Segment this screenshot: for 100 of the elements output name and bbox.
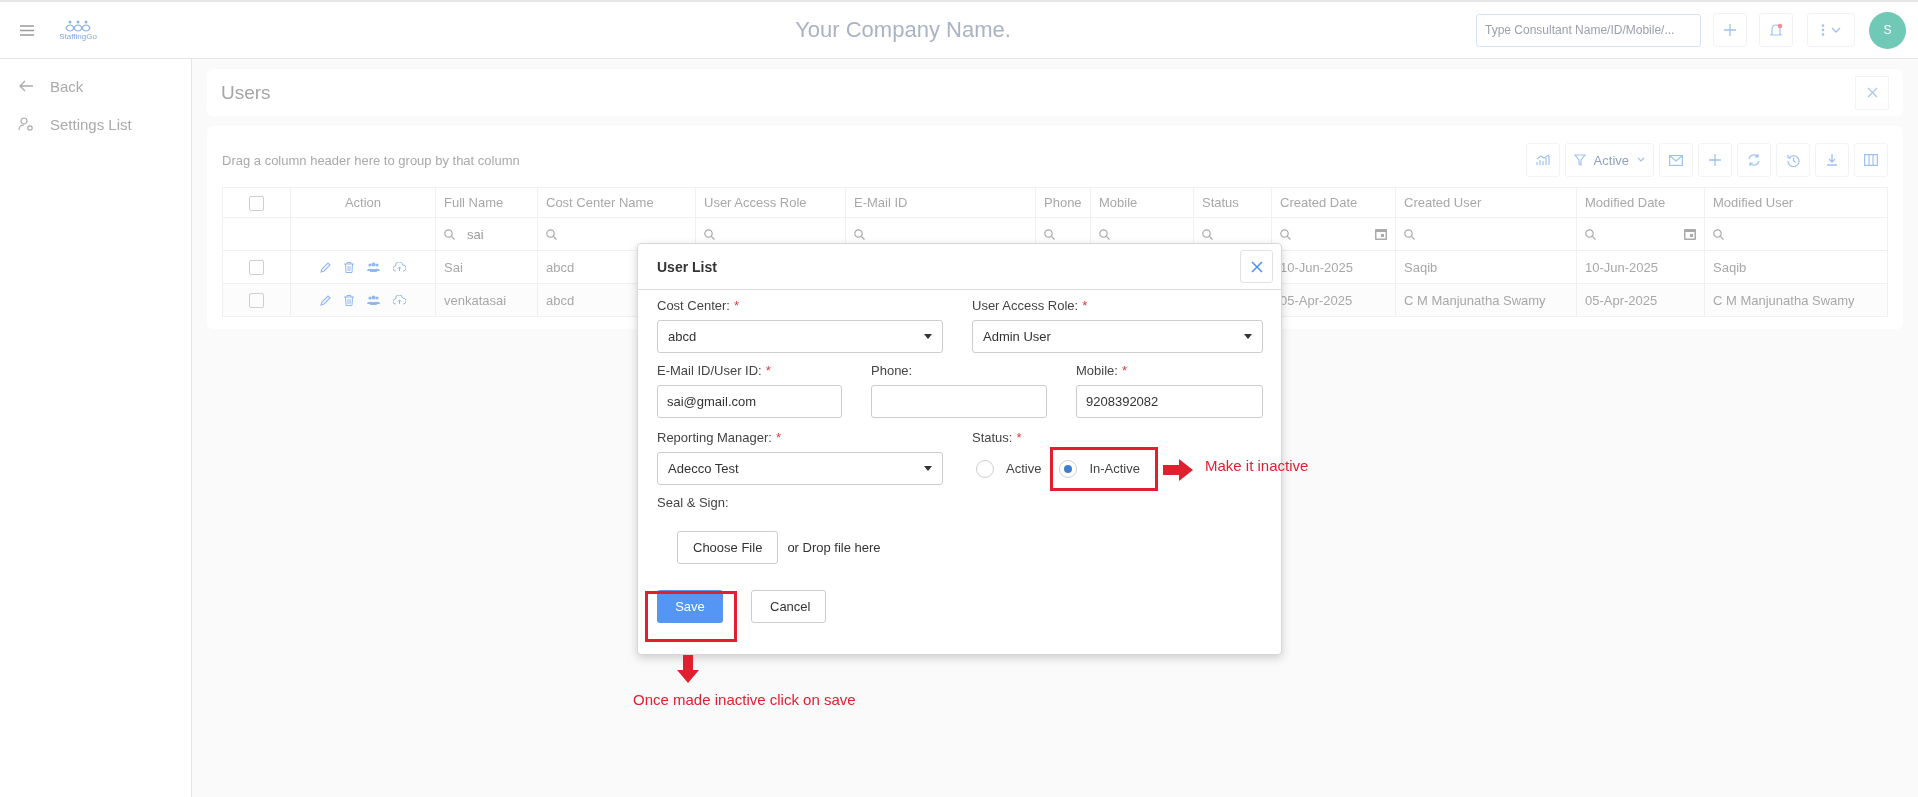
search-icon (1585, 228, 1596, 240)
sidebar-item[interactable]: Settings List (0, 105, 191, 143)
manager-select[interactable]: Adecco Test (657, 452, 943, 485)
filter-value[interactable]: sai (467, 226, 484, 242)
kebab-caret-icon (1820, 24, 1842, 36)
annotation-text: Once made inactive click on save (633, 691, 856, 708)
field-label: E-Mail ID/User ID: (657, 363, 762, 379)
search-icon (1202, 228, 1213, 240)
page-title: Users (221, 81, 271, 104)
search-icon (1713, 228, 1724, 240)
required-mark: * (765, 363, 771, 379)
required-mark: * (775, 430, 781, 446)
delete-icon[interactable] (344, 294, 354, 306)
sidebar-item[interactable]: Back (0, 67, 191, 105)
search-field[interactable]: Type Consultant Name/ID/Mobile/... (1476, 13, 1701, 47)
table-cell: abcd (546, 292, 575, 308)
table-cell: 05-Apr-2025 (1585, 292, 1658, 308)
save-button[interactable]: Save (657, 590, 723, 623)
logo-icon (64, 19, 92, 32)
group-hint: Drag a column header here to group by that column (222, 152, 520, 168)
access-role-select[interactable]: Admin User (972, 320, 1263, 353)
users-icon[interactable] (367, 262, 380, 272)
notification-button[interactable] (1759, 13, 1793, 47)
users-icon[interactable] (367, 295, 380, 305)
required-mark: * (1082, 298, 1088, 314)
search-icon (1044, 228, 1055, 240)
menu-icon[interactable] (20, 24, 34, 36)
add-button[interactable] (1698, 143, 1732, 177)
table-cell: C M Manjunatha Swamy (1404, 292, 1546, 308)
table-cell: Sai (444, 259, 463, 275)
radio-label[interactable]: In-Active (1089, 461, 1140, 476)
search-icon (1404, 228, 1415, 240)
column-header[interactable]: Mobile (1099, 195, 1138, 210)
plus-icon (1709, 154, 1721, 166)
column-header[interactable]: Action (344, 195, 382, 210)
select-all-checkbox[interactable] (249, 195, 264, 211)
required-mark: * (734, 298, 740, 314)
edit-icon[interactable] (320, 261, 331, 273)
column-header[interactable]: E-Mail ID (854, 195, 908, 210)
search-icon (704, 228, 715, 240)
add-button[interactable] (1713, 13, 1747, 47)
phone-field[interactable] (871, 385, 1047, 418)
logo-text: StaffingGo (59, 31, 97, 41)
search-icon (444, 228, 455, 240)
search-icon (546, 228, 557, 240)
chart-icon (1535, 154, 1550, 166)
back-arrow-icon (18, 80, 34, 92)
field-label: Status: (972, 430, 1013, 446)
table-cell: 10-Jun-2025 (1280, 259, 1353, 275)
annotation-arrow (1163, 459, 1193, 481)
caret-icon (924, 334, 932, 339)
mail-button[interactable] (1659, 143, 1693, 177)
field-label: Phone: (871, 363, 913, 379)
history-button[interactable] (1776, 143, 1810, 177)
chart-button[interactable] (1525, 143, 1560, 177)
columns-button[interactable] (1854, 143, 1888, 177)
field-label: Cost Center: (657, 298, 730, 314)
close-icon (1250, 260, 1263, 273)
cloud-upload-icon[interactable] (393, 295, 406, 305)
refresh-button[interactable] (1737, 143, 1771, 177)
row-checkbox[interactable] (249, 260, 264, 276)
user-avatar[interactable]: S (1869, 11, 1906, 49)
calendar-icon[interactable] (1684, 228, 1696, 240)
choose-file-button[interactable]: Choose File (677, 531, 779, 564)
field-label: Seal & Sign: (657, 495, 730, 511)
calendar-icon[interactable] (1375, 228, 1387, 240)
table-cell: abcd (546, 259, 575, 275)
search-icon (854, 228, 865, 240)
close-button[interactable] (1240, 250, 1273, 283)
edit-icon[interactable] (320, 294, 331, 306)
cancel-button[interactable]: Cancel (751, 590, 826, 623)
refresh-icon (1747, 154, 1761, 166)
required-mark: * (1121, 363, 1127, 379)
close-button[interactable] (1855, 75, 1889, 110)
row-checkbox[interactable] (249, 293, 264, 309)
cost-center-select[interactable]: abcd (657, 320, 943, 353)
table-cell: venkatasai (444, 292, 507, 308)
caret-icon (1244, 334, 1252, 339)
dialog-title: User List (657, 258, 717, 275)
table-cell: C M Manjunatha Swamy (1713, 292, 1855, 308)
field-label: Reporting Manager: (657, 430, 772, 446)
status-filter-dropdown[interactable]: Active (1564, 143, 1654, 177)
search-icon (1099, 228, 1110, 240)
required-mark: * (1016, 430, 1022, 446)
close-icon (1866, 87, 1878, 98)
table-cell: Saqib (1404, 259, 1438, 275)
email-field[interactable]: sai@gmail.com (657, 385, 842, 418)
radio-label[interactable]: Active (1006, 461, 1042, 476)
more-menu-button[interactable] (1807, 13, 1855, 47)
annotation-text: Make it inactive (1205, 457, 1309, 474)
caret-icon (924, 466, 932, 471)
table-cell: 10-Jun-2025 (1585, 259, 1658, 275)
mail-icon (1669, 154, 1683, 166)
mobile-field[interactable]: 9208392082 (1076, 385, 1263, 418)
delete-icon[interactable] (344, 261, 354, 273)
table-cell: Saqib (1713, 259, 1747, 275)
company-name: Your Company Name. (794, 17, 1012, 43)
download-button[interactable] (1815, 143, 1849, 177)
cloud-upload-icon[interactable] (393, 262, 406, 272)
columns-icon (1864, 154, 1878, 166)
